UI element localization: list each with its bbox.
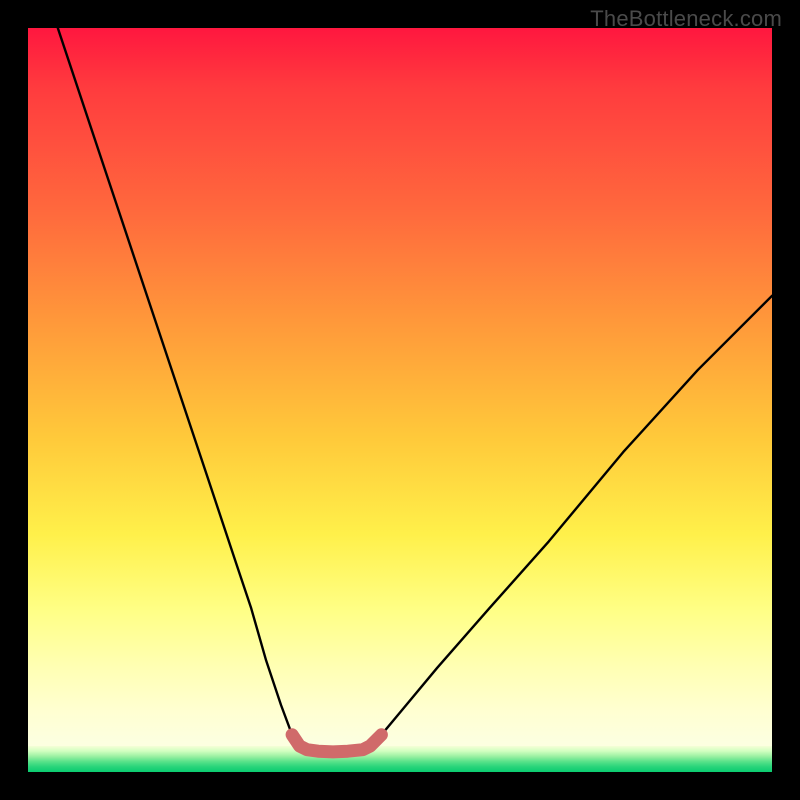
chart-frame: TheBottleneck.com [0,0,800,800]
curve-layer [28,28,772,772]
curve-left-branch [58,28,307,750]
curve-right-branch [363,296,772,750]
plot-area [28,28,772,772]
curve-group [58,28,772,752]
curve-highlight-segment [292,735,381,752]
